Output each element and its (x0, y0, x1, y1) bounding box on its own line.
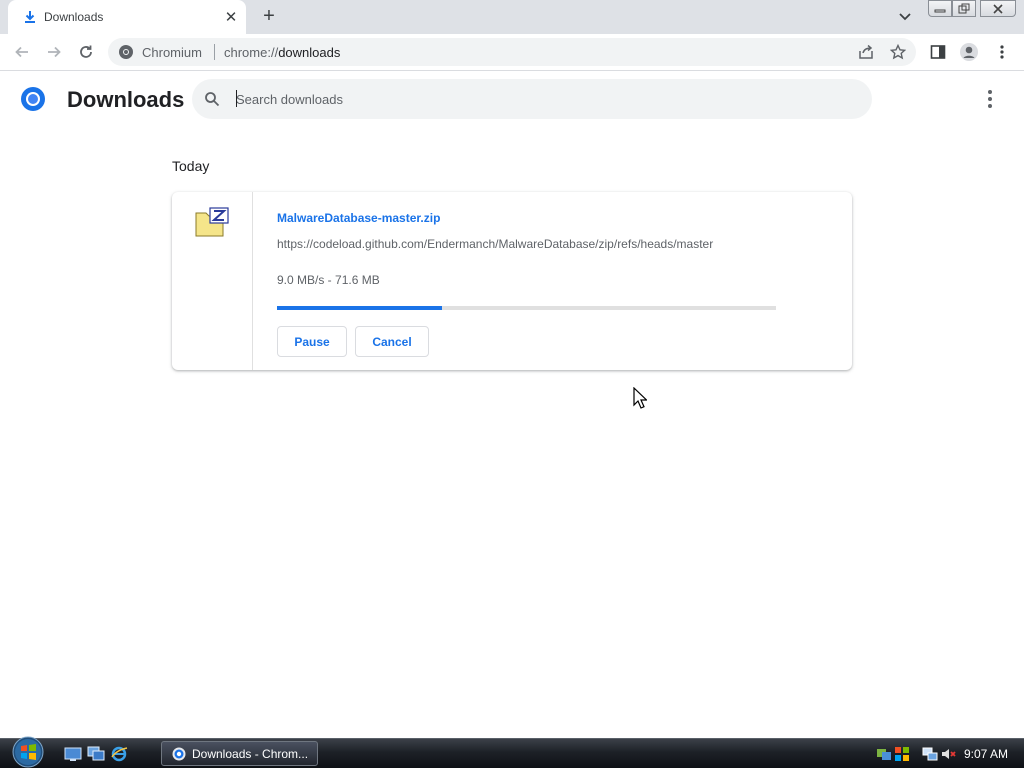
bookmark-button[interactable] (888, 42, 908, 62)
site-name: Chromium (142, 45, 202, 60)
download-source-url[interactable]: https://codeload.github.com/Endermanch/M… (277, 237, 713, 251)
taskbar-item-chromium[interactable]: Downloads - Chrom... (161, 741, 318, 766)
dot-icon (988, 97, 992, 101)
browser-toolbar: Chromium chrome://downloads (0, 34, 1024, 71)
downloads-header: Downloads (0, 71, 1024, 127)
search-input[interactable] (236, 89, 836, 109)
window-close-button[interactable] (980, 0, 1016, 17)
tab-close-icon[interactable]: ✕ (222, 8, 240, 26)
tray-network-icon[interactable] (922, 746, 938, 762)
tab-search-chevron-icon[interactable] (896, 9, 914, 25)
start-button[interactable] (8, 735, 48, 768)
tab-title: Downloads (44, 10, 104, 24)
show-desktop-icon[interactable] (64, 746, 82, 762)
windows-taskbar: Downloads - Chrom... 9:07 AM (0, 735, 1024, 768)
share-icon (859, 44, 873, 59)
new-tab-button[interactable]: + (258, 6, 280, 28)
internet-explorer-icon[interactable] (110, 746, 128, 762)
tray-security-icon[interactable] (894, 746, 910, 762)
side-panel-button[interactable] (928, 42, 948, 62)
tab-downloads[interactable]: Downloads ✕ (8, 0, 246, 34)
download-progress-bar (277, 306, 776, 310)
pause-button[interactable]: Pause (277, 326, 347, 357)
tab-strip: Downloads ✕ + (0, 0, 1024, 34)
restore-icon (958, 3, 970, 14)
volume-muted-icon[interactable] (940, 746, 956, 762)
download-item-card: MalwareDatabase-master.zip https://codel… (172, 192, 852, 370)
star-icon (890, 44, 906, 60)
side-panel-icon (930, 45, 946, 59)
file-icon-column (172, 192, 253, 370)
page-title: Downloads (67, 87, 185, 112)
kebab-menu-icon (1000, 45, 1004, 59)
minimize-icon (934, 9, 946, 12)
mouse-cursor-icon (633, 387, 647, 409)
more-actions-button[interactable] (980, 89, 1000, 109)
chromium-logo-icon (21, 87, 45, 111)
reload-icon (80, 45, 92, 58)
dot-icon (988, 90, 992, 94)
taskbar-clock[interactable]: 9:07 AM (964, 747, 1008, 761)
switch-windows-icon[interactable] (87, 746, 105, 762)
chromium-icon (172, 747, 186, 760)
share-button[interactable] (856, 42, 876, 62)
chromium-site-icon (119, 45, 133, 59)
cancel-button[interactable]: Cancel (355, 326, 429, 357)
tray-network-status-icon[interactable] (876, 746, 892, 762)
date-heading: Today (172, 158, 210, 174)
browser-menu-button[interactable] (992, 42, 1012, 62)
taskbar-item-title: Downloads - Chrom... (192, 746, 309, 761)
reload-button[interactable] (76, 42, 96, 62)
download-status: 9.0 MB/s - 71.6 MB (277, 273, 380, 287)
download-icon (25, 11, 35, 23)
search-downloads-box[interactable] (192, 79, 872, 119)
profile-avatar-icon (960, 43, 978, 61)
zip-file-icon (195, 207, 229, 237)
close-icon (993, 3, 1003, 14)
forward-button[interactable] (44, 42, 64, 62)
profile-button[interactable] (959, 42, 979, 62)
address-bar[interactable]: Chromium chrome://downloads (108, 38, 916, 66)
download-progress-fill (277, 306, 442, 310)
forward-arrow-icon (48, 46, 61, 58)
window-restore-button[interactable] (952, 0, 976, 17)
text-caret (236, 90, 237, 107)
search-icon (205, 92, 220, 107)
url-text[interactable]: chrome://downloads (224, 45, 340, 60)
omnibox-separator (214, 44, 215, 60)
dot-icon (988, 104, 992, 108)
window-minimize-button[interactable] (928, 0, 952, 17)
back-arrow-icon (15, 46, 28, 58)
back-button[interactable] (12, 42, 32, 62)
download-file-name-link[interactable]: MalwareDatabase-master.zip (277, 211, 440, 225)
